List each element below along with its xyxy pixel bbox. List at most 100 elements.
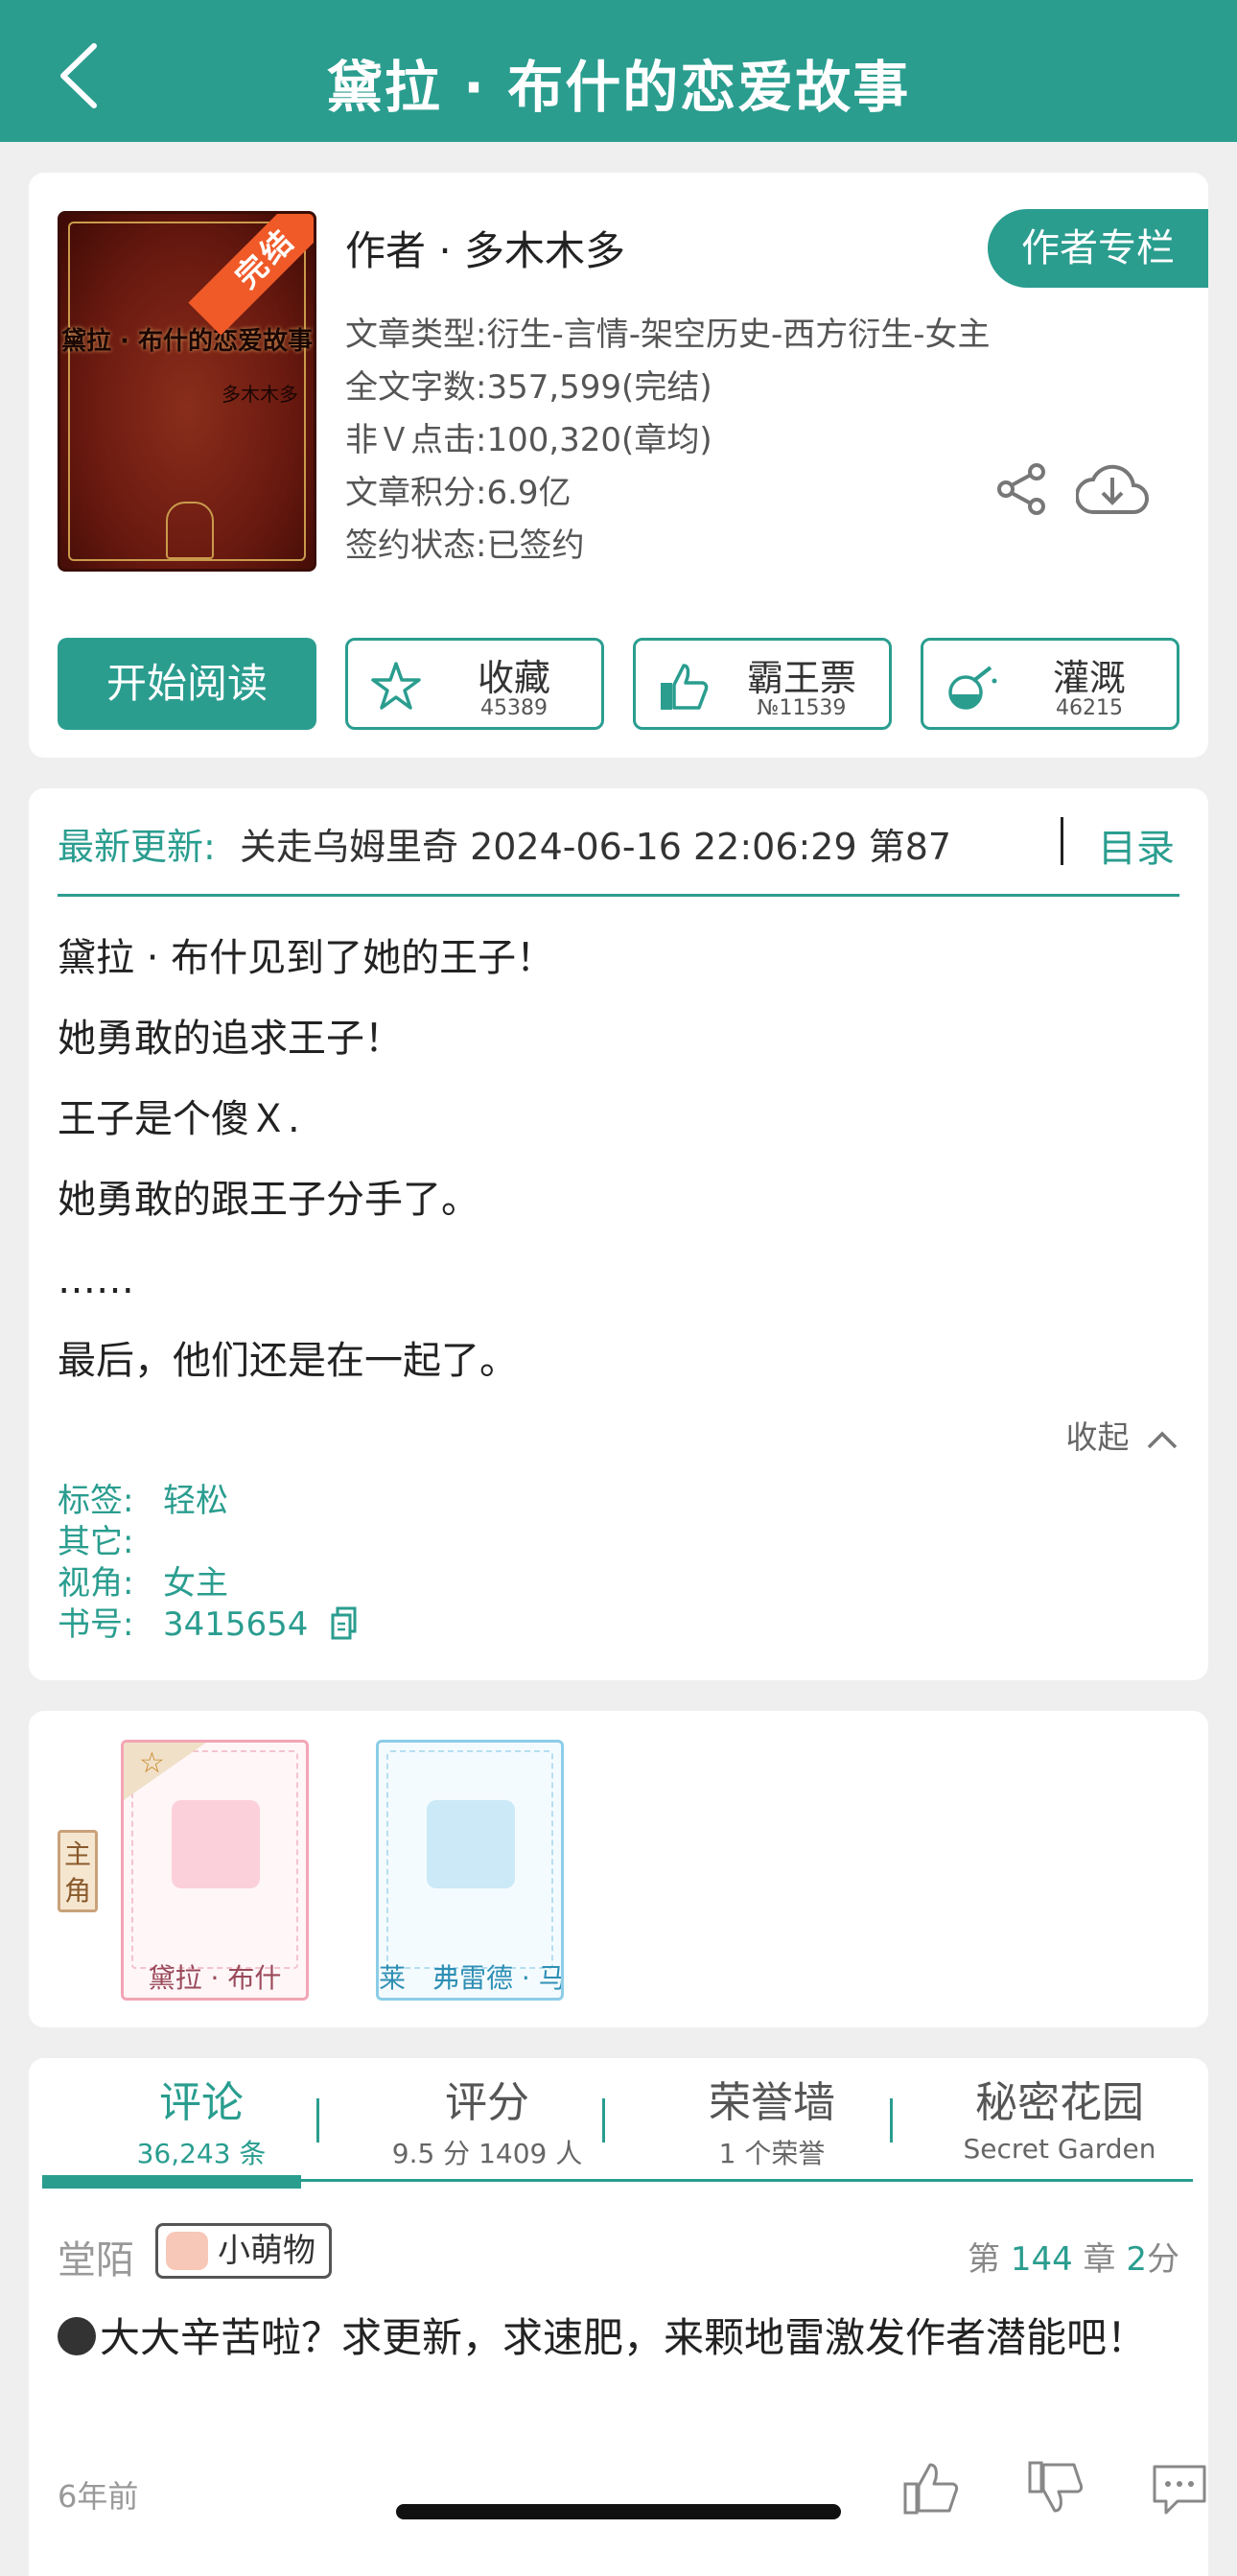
characters-card: 主角 ☆ 黛拉 · 布什 莱 弗雷德 · 马 (29, 1711, 1208, 2027)
view-row: 视角: 女主 (58, 1563, 359, 1604)
watering-icon (948, 666, 997, 710)
character-name: 黛拉 · 布什 (148, 1962, 282, 1994)
community-card: 评论 36,243 条 评分 9.5 分 1409 人 荣誉墙 1 个荣誉 秘密… (29, 2058, 1208, 2576)
vote-label: 霸王票 (746, 657, 856, 699)
chapter-number: 144 (1010, 2240, 1073, 2279)
tab-subtitle: 1 个荣誉 (718, 2138, 826, 2169)
update-underline (58, 894, 1179, 897)
latest-update-text[interactable]: 关走乌姆里奇 2024-06-16 22:06:29 第87 (240, 817, 1036, 870)
tag-value[interactable]: 轻松 (163, 1482, 228, 1520)
protagonist-tag: 主角 (58, 1830, 98, 1912)
tab-honor-wall[interactable]: 荣誉墙 1 个荣誉 (628, 2068, 916, 2171)
chapter-prefix: 第 (968, 2240, 1001, 2279)
share-icon[interactable] (992, 460, 1050, 518)
other-row: 其它: (58, 1522, 359, 1563)
divider (1061, 817, 1063, 865)
meta-score: 文章积分:6.9亿 (345, 474, 572, 512)
view-value: 女主 (163, 1564, 228, 1603)
collapse-label: 收起 (1065, 1418, 1130, 1456)
book-cover[interactable]: 黛拉 · 布什的恋爱故事 多木木多 完结 (58, 211, 316, 572)
water-button[interactable]: 灌溉 46215 (921, 638, 1179, 730)
page-title: 黛拉 · 布什的恋爱故事 (326, 55, 911, 120)
user-badge: 小萌物 (155, 2223, 332, 2279)
comment-chapter-score: 第 144 章 2分 (968, 2233, 1179, 2280)
cover-title: 黛拉 · 布什的恋爱故事 (61, 327, 313, 356)
tab-comments[interactable]: 评论 36,243 条 (58, 2068, 345, 2171)
dislike-icon[interactable] (1026, 2459, 1087, 2517)
synopsis-line: 最后，他们还是在一起了。 (58, 1339, 518, 1383)
comment-body: 大大辛苦啦？求更新，求速肥，来颗地雷激发作者潜能吧！ (100, 2314, 1148, 2361)
toc-link[interactable]: 目录 (1098, 817, 1175, 873)
water-count: 46215 (1056, 696, 1123, 720)
star-icon: ☆ (139, 1746, 165, 1780)
view-key: 视角: (58, 1564, 134, 1603)
tab-divider (316, 2098, 319, 2143)
book-id-value: 3415654 (163, 1605, 309, 1644)
comment-text: 大大辛苦啦？求更新，求速肥，来颗地雷激发作者潜能吧！ (58, 2298, 1189, 2378)
tab-divider (890, 2098, 893, 2143)
favorite-button[interactable]: 收藏 45389 (345, 638, 604, 730)
tab-divider (602, 2098, 605, 2143)
collapse-button[interactable]: 收起 (1066, 1412, 1180, 1458)
synopsis-line: …… (58, 1258, 134, 1302)
book-meta: 文章类型:衍生-言情-架空历史-西方衍生-女主 全文字数:357,599(完结)… (345, 309, 991, 573)
cover-author: 多木木多 (222, 383, 298, 406)
character-card[interactable]: 莱 弗雷德 · 马 (376, 1740, 564, 2001)
character-avatar-icon (172, 1800, 260, 1888)
bomb-icon (58, 2317, 96, 2355)
cover-ornament (166, 502, 214, 559)
tag-row: 标签: 轻松 (58, 1481, 359, 1522)
book-id-key: 书号: (58, 1605, 134, 1644)
vote-button[interactable]: 霸王票 №11539 (633, 638, 892, 730)
water-label: 灌溉 (1052, 657, 1126, 699)
synopsis-line: 黛拉 · 布什见到了她的王子！ (58, 936, 555, 980)
tab-subtitle: 9.5 分 1409 人 (391, 2138, 583, 2169)
character-card[interactable]: ☆ 黛拉 · 布什 (121, 1740, 309, 2001)
paw-icon (166, 2232, 208, 2270)
tag-list: 标签: 轻松 其它: 视角: 女主 书号: 3415654 (58, 1481, 359, 1646)
character-avatar-icon (427, 1800, 515, 1888)
favorite-count: 45389 (480, 696, 548, 720)
meta-genre: 文章类型:衍生-言情-架空历史-西方衍生-女主 (345, 316, 991, 354)
active-tab-indicator (42, 2175, 301, 2189)
intro-card: 最新更新: 关走乌姆里奇 2024-06-16 22:06:29 第87 目录 … (29, 788, 1208, 1680)
book-id-row: 书号: 3415654 (58, 1604, 359, 1646)
tag-key: 标签: (58, 1482, 134, 1520)
book-info-card: 黛拉 · 布什的恋爱故事 多木木多 完结 作者 · 多木木多 作者专栏 文章类型… (29, 173, 1208, 758)
synopsis-line: 她勇敢的追求王子！ (58, 1017, 403, 1061)
cloud-download-icon[interactable] (1076, 457, 1149, 520)
synopsis: 黛拉 · 布什见到了她的王子！ 她勇敢的追求王子！ 王子是个傻Ｘ. 她勇敢的跟王… (58, 918, 554, 1401)
comment-time: 6年前 (58, 2478, 139, 2515)
tab-secret-garden[interactable]: 秘密花园 Secret Garden (916, 2068, 1203, 2165)
vote-count: №11539 (757, 696, 847, 720)
star-icon (371, 662, 421, 710)
tab-subtitle: Secret Garden (963, 2133, 1156, 2165)
score-suffix: 分 (1147, 2240, 1179, 2279)
tab-title: 评分 (445, 2078, 529, 2127)
author-name: 作者 · 多木木多 (345, 227, 626, 274)
tab-rating[interactable]: 评分 9.5 分 1409 人 (343, 2068, 631, 2171)
meta-sign-status: 签约状态:已签约 (345, 527, 585, 565)
like-icon[interactable] (901, 2459, 963, 2517)
home-indicator[interactable] (396, 2504, 841, 2519)
comment-username[interactable]: 堂陌 (58, 2229, 134, 2284)
character-name: 莱 弗雷德 · 马 (379, 1962, 561, 1994)
top-bar: 黛拉 · 布什的恋爱故事 (0, 0, 1237, 142)
thumbs-up-icon (661, 664, 709, 710)
chevron-up-icon (1147, 1431, 1178, 1448)
synopsis-line: 王子是个傻Ｘ. (58, 1097, 300, 1141)
meta-word-count: 全文字数:357,599(完结) (345, 368, 712, 407)
tab-title: 秘密花园 (975, 2078, 1144, 2127)
other-key: 其它: (58, 1523, 134, 1561)
latest-update-label: 最新更新: (58, 826, 216, 868)
copy-icon[interactable] (330, 1606, 359, 1641)
badge-label: 小萌物 (218, 2232, 315, 2270)
favorite-label: 收藏 (477, 657, 550, 699)
tab-title: 荣誉墙 (709, 2078, 835, 2127)
reply-icon[interactable] (1149, 2461, 1208, 2517)
chapter-suffix: 章 (1083, 2240, 1116, 2279)
start-reading-button[interactable]: 开始阅读 (58, 638, 316, 730)
author-column-button[interactable]: 作者专栏 (988, 209, 1208, 288)
meta-clicks: 非Ｖ点击:100,320(章均) (345, 421, 712, 459)
synopsis-line: 她勇敢的跟王子分手了。 (58, 1178, 479, 1222)
